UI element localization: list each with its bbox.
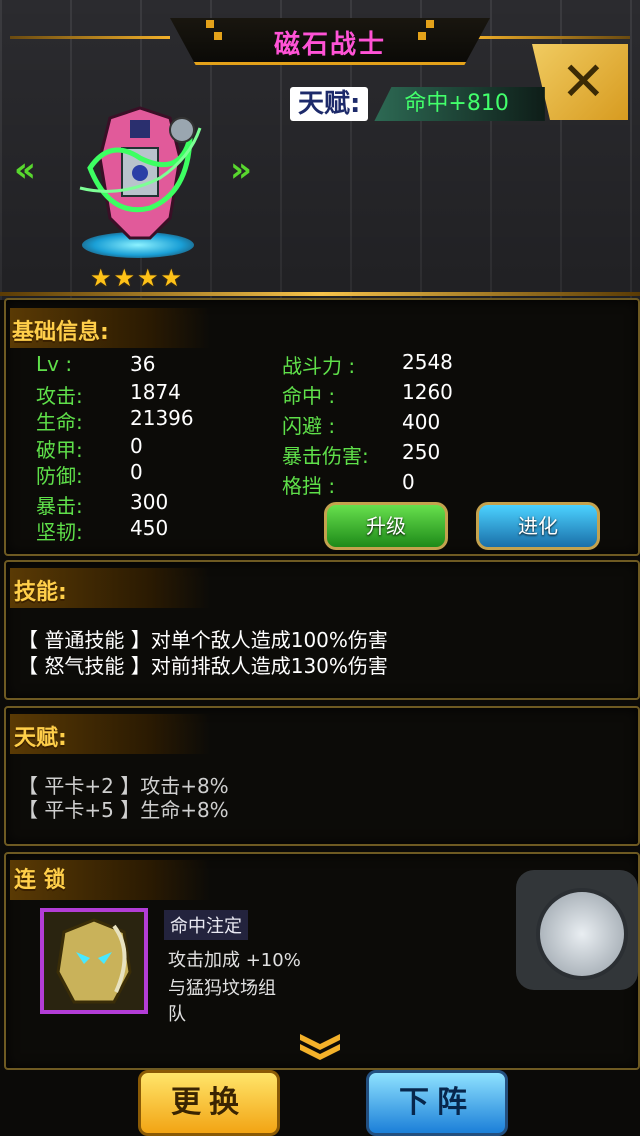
- talent-tag-value: 命中+810: [374, 87, 545, 121]
- upgrade-button[interactable]: 升级: [324, 502, 448, 550]
- hero-portrait[interactable]: [70, 98, 210, 258]
- chain-line: 队: [168, 1004, 186, 1025]
- skill-line: 【 怒气技能 】对前排敌人造成130%伤害: [18, 654, 388, 678]
- floating-assistive-button[interactable]: [516, 870, 638, 990]
- divider: [0, 292, 640, 296]
- stat-label: 暴击伤害:: [282, 444, 369, 468]
- stat-label: 闪避 :: [282, 414, 336, 438]
- stat-value: 0: [130, 434, 143, 458]
- talent-tag: 天赋: 命中+810: [290, 86, 545, 122]
- prev-hero-icon[interactable]: «: [14, 150, 36, 190]
- stat-value: 1874: [130, 380, 181, 404]
- stat-value: 21396: [130, 406, 194, 430]
- stat-label: 防御:: [36, 464, 83, 488]
- page-title: 磁石战士: [273, 30, 386, 60]
- stat-label: 破甲:: [36, 438, 83, 462]
- expand-down-icon[interactable]: [296, 1030, 344, 1060]
- stat-value: 0: [130, 460, 143, 484]
- stat-label: Lv :: [36, 352, 73, 376]
- gamepad-icon: [536, 888, 628, 980]
- close-icon: ✕: [560, 50, 606, 113]
- skill-line: 【 普通技能 】对单个敌人造成100%伤害: [18, 628, 388, 652]
- star-icon: ★: [137, 264, 159, 292]
- stat-label: 生命:: [36, 410, 83, 434]
- star-rating: ★ ★ ★ ★: [90, 264, 182, 292]
- star-icon: ★: [113, 264, 136, 292]
- chain-line: 与猛犸坟场组: [168, 978, 276, 999]
- skills-title: 技能:: [14, 580, 67, 605]
- star-icon: ★: [160, 264, 183, 292]
- swap-button[interactable]: 更换: [138, 1070, 280, 1136]
- chain-line: 攻击加成 +10%: [168, 950, 301, 971]
- stat-value: 250: [402, 440, 441, 464]
- stat-label: 暴击:: [36, 494, 83, 518]
- chain-name: 命中注定: [164, 910, 248, 940]
- skills-panel: 技能: 【 普通技能 】对单个敌人造成100%伤害 【 怒气技能 】对前排敌人造…: [4, 560, 640, 700]
- talent-title: 天赋:: [14, 726, 67, 751]
- next-hero-icon[interactable]: »: [230, 150, 252, 190]
- basic-info-title: 基础信息:: [12, 320, 109, 345]
- stat-value: 0: [402, 470, 415, 494]
- evolve-button[interactable]: 进化: [476, 502, 600, 550]
- talent-tag-label: 天赋:: [290, 87, 369, 121]
- basic-info-panel: 基础信息: Lv : 36 攻击: 1874 生命: 21396 破甲: 0 防…: [4, 298, 640, 556]
- stat-value: 2548: [402, 350, 453, 374]
- chain-hero-portrait[interactable]: [40, 908, 148, 1014]
- stat-label: 攻击:: [36, 384, 83, 408]
- star-icon: ★: [90, 264, 112, 292]
- stat-value: 400: [402, 410, 441, 434]
- talent-line: 【 平卡+5 】生命+8%: [18, 798, 229, 822]
- title-line-right: [470, 36, 630, 39]
- stat-label: 战斗力 :: [282, 354, 356, 378]
- stat-value: 450: [130, 516, 169, 540]
- stat-value: 1260: [402, 380, 453, 404]
- chain-title: 连 锁: [14, 868, 66, 893]
- stat-label: 坚韧:: [36, 520, 83, 544]
- stat-value: 36: [130, 352, 156, 376]
- stat-label: 格挡 :: [282, 474, 336, 498]
- stat-value: 300: [130, 490, 169, 514]
- remove-button[interactable]: 下阵: [366, 1070, 508, 1136]
- talent-panel: 天赋: 【 平卡+2 】攻击+8% 【 平卡+5 】生命+8%: [4, 706, 640, 846]
- title-line-left: [10, 36, 170, 39]
- stat-label: 命中 :: [282, 384, 336, 408]
